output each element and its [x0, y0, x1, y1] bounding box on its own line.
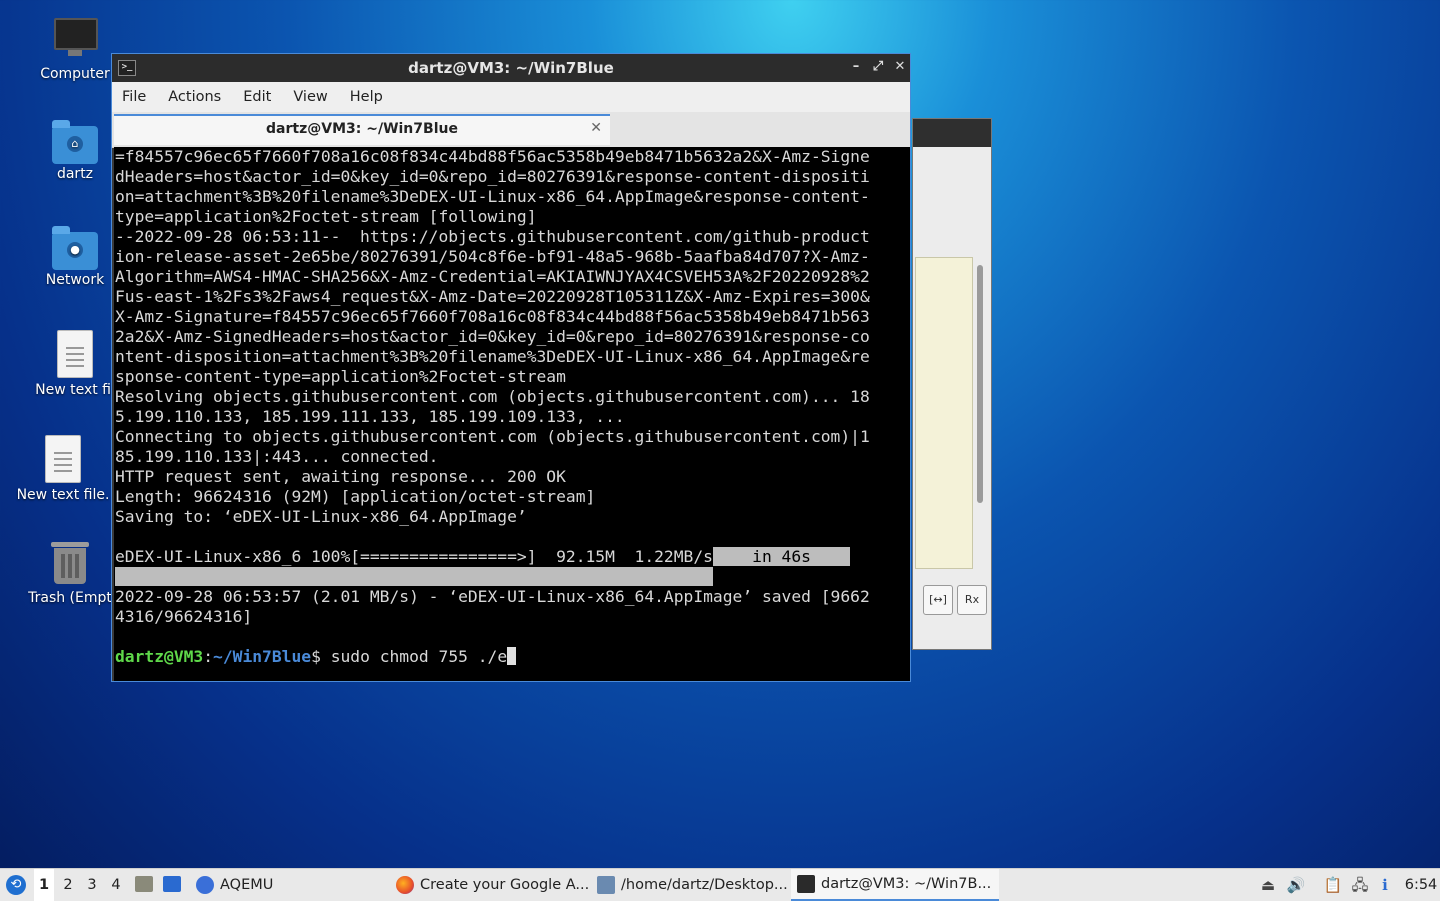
output-line: Saving to: ‘eDEX-UI-Linux-x86_64.AppImag…	[115, 507, 527, 526]
progress-time: in 46s	[712, 547, 851, 566]
output-line: X-Amz-Signature=f84557c96ec65f7660f708a1…	[115, 307, 870, 326]
background-window-panel	[915, 257, 973, 569]
background-window[interactable]: [↔] Rx	[912, 118, 992, 650]
desktop-icon	[163, 876, 181, 892]
task-text-editor[interactable]: /home/dartz/Desktop...	[597, 869, 788, 901]
file-manager-launcher[interactable]	[134, 869, 154, 901]
text-file-icon	[57, 330, 93, 378]
trash-icon	[47, 540, 93, 586]
output-line: dHeaders=host&actor_id=0&key_id=0&repo_i…	[115, 167, 870, 186]
output-line: HTTP request sent, awaiting response... …	[115, 467, 566, 486]
terminal-icon	[797, 875, 815, 893]
output-line: 2022-09-28 06:53:57 (2.01 MB/s) - ‘eDEX-…	[115, 587, 870, 606]
workspace-3[interactable]: 3	[82, 869, 102, 901]
volume-icon[interactable]: 🔊	[1286, 869, 1306, 901]
firefox-icon	[396, 876, 414, 894]
background-window-scrollbar[interactable]	[977, 265, 983, 503]
prompt-line[interactable]: dartz@VM3:~/Win7Blue$ sudo chmod 755 ./e	[115, 647, 870, 667]
output-line: sponse-content-type=application%2Foctet-…	[115, 367, 566, 386]
start-menu-icon: ⟲	[6, 875, 26, 895]
text-cursor	[507, 647, 517, 665]
tab-bar: dartz@VM3: ~/Win7Blue ✕	[112, 112, 910, 148]
background-window-titlebar[interactable]	[913, 119, 991, 147]
workspace-4[interactable]: 4	[106, 869, 126, 901]
output-line: ion-release-asset-2e65be/80276391/504c8f…	[115, 247, 870, 266]
output-line: Length: 96624316 (92M) [application/octe…	[115, 487, 596, 506]
tab-label: dartz@VM3: ~/Win7Blue	[266, 121, 458, 137]
output-line: on=attachment%3B%20filename%3DeDEX-UI-Li…	[115, 187, 870, 206]
output-line: 4316/96624316]	[115, 607, 253, 626]
taskbar: ⟲ 1 2 3 4 AQEMU Create your Google A... …	[0, 868, 1440, 901]
terminal-tab[interactable]: dartz@VM3: ~/Win7Blue ✕	[114, 114, 610, 145]
minimize-icon[interactable]: –	[846, 57, 866, 77]
command-input: sudo chmod 755 ./e	[320, 647, 508, 666]
menu-actions[interactable]: Actions	[168, 89, 233, 105]
network-folder-icon: ●	[52, 226, 98, 270]
bg-window-button-1[interactable]: [↔]	[923, 585, 953, 615]
maximize-icon[interactable]: ⤢	[868, 57, 888, 77]
output-line: Connecting to objects.githubusercontent.…	[115, 427, 870, 446]
task-terminal[interactable]: dartz@VM3: ~/Win7B...	[791, 869, 1000, 901]
progress-bar-remnant	[115, 567, 870, 587]
clipboard-icon[interactable]: 📋	[1323, 869, 1343, 901]
prompt-separator: :	[203, 647, 214, 666]
progress-remnant-text	[115, 567, 713, 586]
network-icon[interactable]: 🖧	[1350, 869, 1370, 901]
task-label: Create your Google A...	[420, 877, 590, 893]
text-file-icon	[45, 435, 81, 483]
output-line: ntent-disposition=attachment%3B%20filena…	[115, 347, 870, 366]
terminal-window[interactable]: >_ dartz@VM3: ~/Win7Blue – ⤢ ✕ File Acti…	[111, 53, 911, 682]
task-label: dartz@VM3: ~/Win7B...	[821, 876, 992, 892]
close-icon[interactable]: ✕	[890, 57, 910, 77]
menu-view[interactable]: View	[293, 89, 339, 105]
text-editor-icon	[597, 876, 615, 894]
window-title: dartz@VM3: ~/Win7Blue	[408, 59, 614, 77]
terminal-text: =f84557c96ec65f7660f708a16c08f834c44bd88…	[115, 147, 870, 667]
bg-window-button-2[interactable]: Rx	[957, 585, 987, 615]
eject-icon[interactable]: ⏏	[1258, 869, 1278, 901]
desktop-icon-label: New text file.	[16, 487, 110, 503]
desktop-icon-text-file-2[interactable]: New text file.	[3, 435, 123, 503]
workspace-1[interactable]: 1	[34, 869, 54, 901]
output-line: =f84557c96ec65f7660f708a16c08f834c44bd88…	[115, 147, 870, 166]
prompt-user: dartz@VM3	[115, 647, 204, 666]
menu-edit[interactable]: Edit	[243, 89, 283, 105]
start-menu-button[interactable]: ⟲	[4, 869, 30, 901]
file-manager-icon	[135, 876, 153, 892]
show-desktop-button[interactable]	[162, 869, 182, 901]
output-line: Resolving objects.githubusercontent.com …	[115, 387, 870, 406]
tab-close-icon[interactable]: ✕	[590, 120, 602, 136]
clock[interactable]: 6:54	[1404, 869, 1438, 901]
output-line: Algorithm=AWS4-HMAC-SHA256&X-Amz-Credent…	[115, 267, 870, 286]
output-line: Fus-east-1%2Fs3%2Faws4_request&X-Amz-Dat…	[115, 287, 870, 306]
output-line: 85.199.110.133|:443... connected.	[115, 447, 439, 466]
output-line: 5.199.110.133, 185.199.111.133, 185.199.…	[115, 407, 625, 426]
aqemu-icon	[196, 876, 214, 894]
task-label: AQEMU	[220, 877, 274, 893]
workspace-2[interactable]: 2	[58, 869, 78, 901]
output-line: 2a2&X-Amz-SignedHeaders=host&actor_id=0&…	[115, 327, 870, 346]
terminal-titlebar[interactable]: >_ dartz@VM3: ~/Win7Blue – ⤢ ✕	[112, 54, 910, 82]
progress-text: eDEX-UI-Linux-x86_6 100%[===============…	[115, 547, 713, 566]
task-firefox[interactable]: Create your Google A...	[396, 869, 589, 901]
computer-icon	[52, 16, 98, 62]
output-line: type=application%2Foctet-stream [followi…	[115, 207, 537, 226]
menu-bar: File Actions Edit View Help	[112, 82, 910, 112]
output-line: --2022-09-28 06:53:11-- https://objects.…	[115, 227, 870, 246]
prompt-symbol: $	[311, 647, 321, 666]
prompt-path: ~/Win7Blue	[213, 647, 312, 666]
task-label: /home/dartz/Desktop...	[621, 877, 788, 893]
menu-file[interactable]: File	[122, 89, 158, 105]
terminal-output[interactable]: =f84557c96ec65f7660f708a16c08f834c44bd88…	[114, 147, 910, 681]
notification-icon[interactable]: ℹ	[1375, 869, 1395, 901]
progress-line: eDEX-UI-Linux-x86_6 100%[===============…	[115, 547, 870, 567]
home-folder-icon: ⌂	[52, 120, 98, 164]
task-aqemu[interactable]: AQEMU	[196, 869, 273, 901]
menu-help[interactable]: Help	[350, 89, 395, 105]
